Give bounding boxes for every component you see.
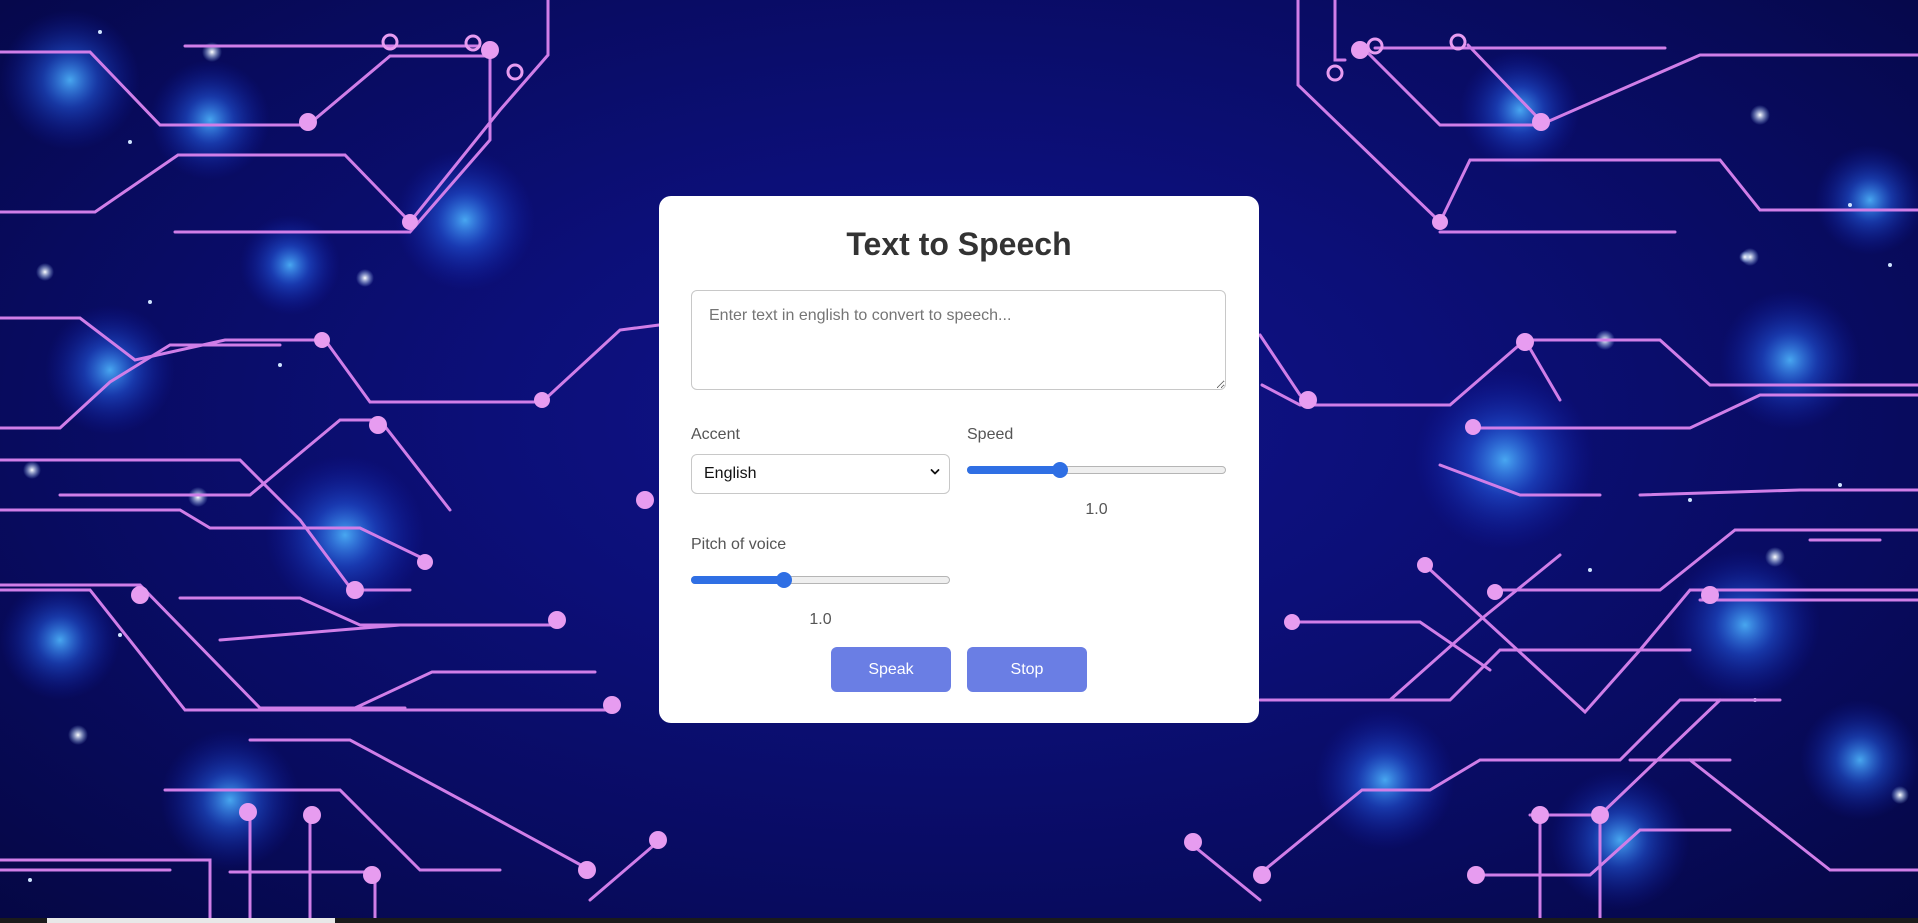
accent-label: Accent: [691, 426, 740, 443]
scrollbar-thumb[interactable]: [47, 918, 335, 923]
accent-selected-value: English: [704, 465, 757, 482]
speed-label: Speed: [967, 426, 1014, 443]
pitch-label: Pitch of voice: [691, 536, 787, 553]
page-title: Text to Speech: [846, 226, 1072, 262]
accent-select[interactable]: English: [691, 454, 950, 494]
stop-button[interactable]: Stop: [967, 647, 1087, 692]
speed-slider[interactable]: [967, 460, 1226, 480]
pitch-slider[interactable]: [691, 570, 950, 590]
speed-slider-thumb[interactable]: [1052, 462, 1069, 478]
speed-slider-fill: [967, 466, 1061, 474]
speech-text-input[interactable]: [691, 290, 1226, 390]
pitch-slider-thumb[interactable]: [776, 572, 793, 588]
bottom-scrollbar[interactable]: [0, 918, 1918, 923]
pitch-value: 1.0: [809, 611, 832, 628]
speak-button[interactable]: Speak: [831, 647, 951, 692]
pitch-slider-fill: [691, 576, 785, 584]
speed-value: 1.0: [1085, 501, 1108, 518]
tts-card: Text to Speech Accent English Speed 1.0 …: [659, 196, 1259, 723]
